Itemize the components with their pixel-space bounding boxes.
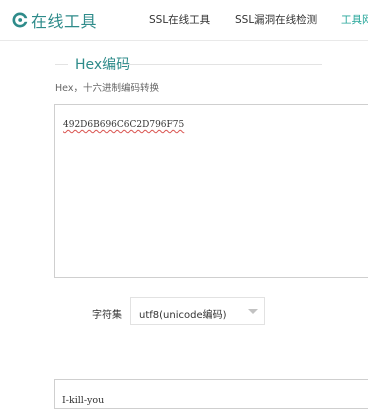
logo-text: 在线工具 xyxy=(31,12,98,31)
chevron-down-icon xyxy=(248,309,258,314)
charset-selected-value: utf8(unicode编码) xyxy=(139,310,227,321)
title-divider-left xyxy=(55,64,68,65)
hex-input-textarea[interactable]: 492D6B696C6C2D796F75 xyxy=(54,104,368,278)
nav-ssl-vuln-check[interactable]: SSL漏洞在线检测 xyxy=(235,12,317,27)
hex-input-value: 492D6B696C6C2D796F75 xyxy=(63,120,185,130)
top-header: 在线工具 SSL在线工具 SSL漏洞在线检测 工具网 xyxy=(0,0,368,41)
decoded-output-value: I-kill-you xyxy=(62,395,105,406)
title-divider-right xyxy=(122,64,322,65)
nav-ssl-tools[interactable]: SSL在线工具 xyxy=(149,12,210,27)
site-logo[interactable]: 在线工具 xyxy=(12,9,97,31)
decoded-output-field[interactable]: I-kill-you xyxy=(54,379,368,409)
logo-icon xyxy=(12,12,28,28)
charset-label: 字符集 xyxy=(92,310,122,321)
page-subtitle: Hex，十六进制编码转换 xyxy=(55,83,159,94)
charset-select[interactable]: utf8(unicode编码) xyxy=(130,297,265,325)
nav-tools-site[interactable]: 工具网 xyxy=(341,12,368,27)
